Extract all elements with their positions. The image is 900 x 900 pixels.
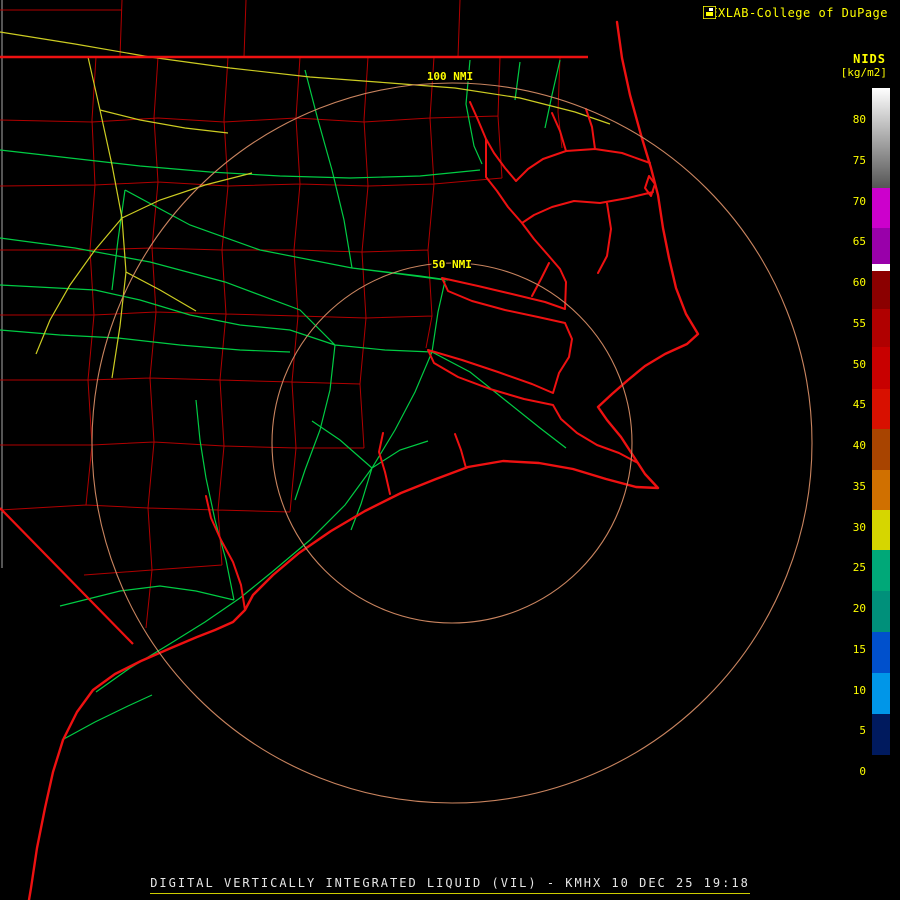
roads-highway <box>0 31 611 379</box>
footer: DIGITAL VERTICALLY INTEGRATED LIQUID (VI… <box>0 872 900 894</box>
colorbar-segment <box>872 228 890 264</box>
colorbar-segment <box>872 510 890 550</box>
colorbar-tick-label: 35 <box>852 479 866 493</box>
footer-caption: DIGITAL VERTICALLY INTEGRATED LIQUID (VI… <box>150 876 750 894</box>
colorbar-tick-label: 10 <box>852 683 866 697</box>
colorbar-tick-label: 45 <box>852 398 866 412</box>
sounds-and-rivers <box>205 101 656 611</box>
scale-title: NIDS <box>853 52 886 66</box>
colorbar-tick-label: 40 <box>852 439 866 452</box>
colorbar-segment <box>872 591 890 632</box>
colorbar-tick-label: 30 <box>852 520 866 534</box>
colorbar-segment <box>872 673 890 714</box>
colorbar-segment <box>872 188 890 228</box>
ring-label-50nmi: 50 NMI <box>432 258 472 271</box>
colorbar-segment <box>872 550 890 591</box>
colorbar-tick-label: 55 <box>852 316 866 330</box>
colorbar-tick-label: 25 <box>852 561 866 575</box>
colorbar-tick-label: 0 <box>859 765 866 778</box>
state-border-nc-sc <box>0 507 134 645</box>
colorbar-segment <box>872 470 890 510</box>
radar-map: 100 NMI 50 NMI <box>0 0 813 900</box>
brand-text: NEXLAB-College of DuPage <box>702 6 888 20</box>
colorbar-tick-label: 50 <box>852 357 866 371</box>
colorbar-segment <box>872 389 890 429</box>
colorbar-segment <box>872 309 890 347</box>
colorbar-segment <box>872 264 890 271</box>
colorbar-segments <box>872 88 890 800</box>
colorbar-tick-label: 65 <box>852 235 866 249</box>
colorbar-segment <box>872 714 890 755</box>
header-brand-row: NEXLAB-College of DuPage <box>702 6 888 20</box>
colorbar-segment <box>872 271 890 309</box>
colorbar-ticks: 80 75 70 65 60 55 50 45 40 35 30 25 20 15 10 5 0 <box>826 88 866 800</box>
ring-label-100nmi: 100 NMI <box>427 70 473 83</box>
colorbar-segment <box>872 429 890 470</box>
cod-logo-icon <box>702 6 716 19</box>
colorbar-tick-label: 75 <box>852 153 866 167</box>
colorbar-tick-label: 80 <box>852 113 866 126</box>
scale-units: [kg/m2] <box>840 66 887 79</box>
roads-primary <box>0 59 567 741</box>
colorbar-segment <box>872 755 890 800</box>
county-lines <box>0 0 563 629</box>
colorbar-segment <box>872 632 890 673</box>
colorbar-tick-label: 15 <box>852 642 866 656</box>
colorbar-tick-label: 20 <box>852 602 866 615</box>
colorbar-tick-label: 5 <box>859 724 866 738</box>
colorbar-segment <box>872 88 890 188</box>
colorbar-tick-label: 60 <box>852 276 866 289</box>
colorbar-tick-label: 70 <box>852 194 866 208</box>
colorbar-segment <box>872 347 890 389</box>
